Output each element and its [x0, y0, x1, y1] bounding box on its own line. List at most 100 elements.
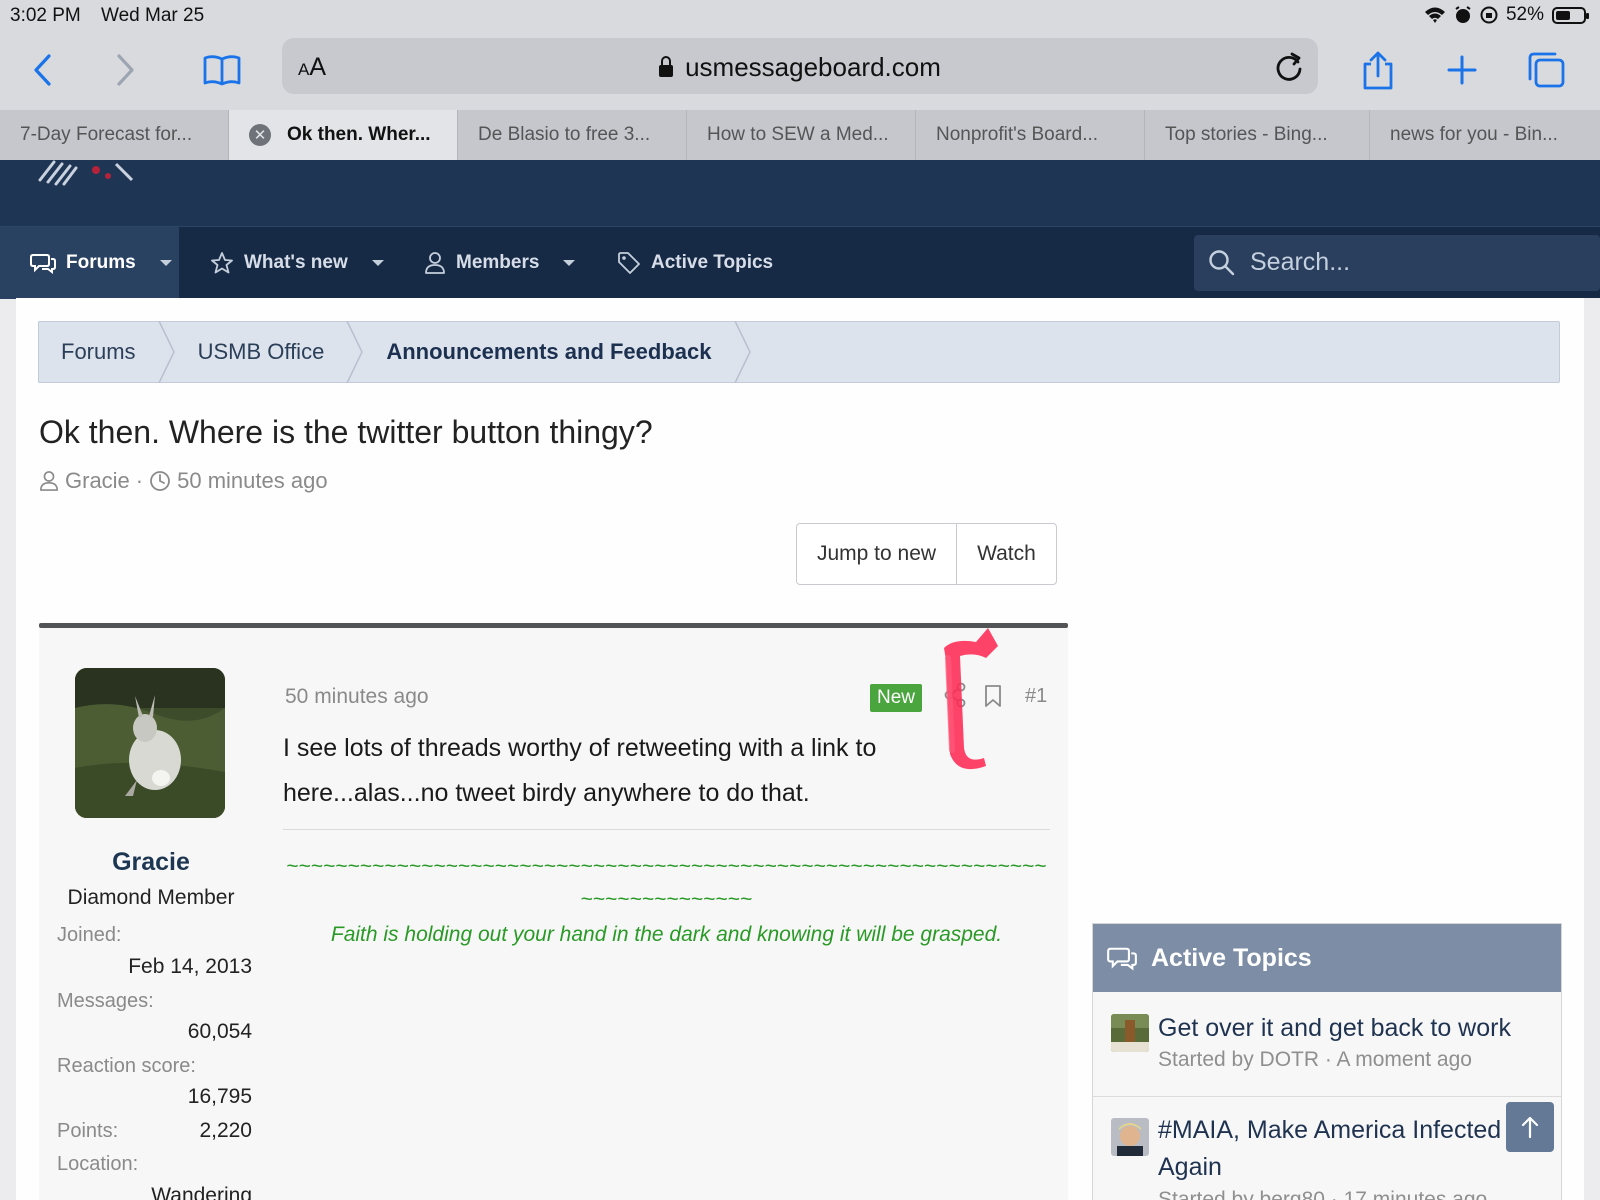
- page-title: Ok then. Where is the twitter button thi…: [39, 414, 653, 450]
- browser-tab[interactable]: Nonprofit's Board...: [916, 110, 1145, 160]
- thread-time[interactable]: 50 minutes ago: [177, 468, 327, 494]
- site-logo[interactable]: [36, 160, 146, 188]
- clock-icon: [150, 471, 171, 491]
- chevron-down-icon[interactable]: [159, 260, 172, 266]
- chevron-down-icon[interactable]: [563, 260, 576, 266]
- widget-title: Active Topics: [1151, 943, 1312, 972]
- nav-label: What's new: [244, 252, 348, 273]
- topic-title[interactable]: #MAIA, Make America Infected: [1158, 1112, 1501, 1149]
- nav-label: Active Topics: [651, 252, 774, 273]
- browser-tab[interactable]: Top stories - Bing...: [1145, 110, 1370, 160]
- tabs-icon: [1528, 52, 1565, 88]
- new-tab-icon: [1447, 55, 1477, 85]
- breadcrumb-usmb-office[interactable]: USMB Office: [176, 321, 347, 383]
- topic-item[interactable]: Get over it and get back to work Started…: [1111, 1010, 1545, 1090]
- meta-separator: ·: [135, 468, 144, 493]
- widget-header[interactable]: Active Topics: [1093, 924, 1561, 992]
- topic-title-continued[interactable]: Again: [1158, 1149, 1222, 1186]
- browser-toolbar: AA usmessageboard.com: [0, 34, 1600, 110]
- nav-whats-new[interactable]: What's new: [210, 227, 384, 299]
- browser-tab-active[interactable]: ✕ Ok then. Wher...: [229, 110, 458, 160]
- url-field[interactable]: usmessageboard.com: [282, 52, 1318, 83]
- topic-thumbnail: [1111, 1014, 1149, 1052]
- browser-tab[interactable]: news for you - Bin...: [1370, 110, 1600, 160]
- breadcrumb-separator: [157, 321, 176, 383]
- reaction-score-value: 16,795: [187, 1085, 252, 1108]
- search-icon: [1209, 250, 1235, 276]
- alarm-icon: [1455, 6, 1471, 23]
- messages-value[interactable]: 60,054: [188, 1020, 252, 1044]
- post: Gracie Diamond Member Joined: Feb 14, 20…: [39, 628, 1068, 1200]
- new-tab-button[interactable]: [1436, 44, 1488, 96]
- share-icon: [1363, 51, 1393, 90]
- post-number[interactable]: #1: [1025, 685, 1047, 708]
- active-topics-widget: Active Topics Get over it and get back t…: [1092, 923, 1562, 1200]
- topic-meta: Started by berg80 · 17 minutes ago: [1158, 1188, 1488, 1200]
- nav-label: Members: [456, 252, 540, 273]
- reload-icon[interactable]: [1274, 50, 1304, 82]
- breadcrumb-announcements[interactable]: Announcements and Feedback: [364, 321, 733, 383]
- tab-label: How to SEW a Med...: [707, 124, 889, 145]
- battery-percent: 52%: [1505, 4, 1544, 25]
- breadcrumb-forums[interactable]: Forums: [39, 321, 158, 383]
- topic-thumbnail: [1111, 1118, 1149, 1156]
- forward-button[interactable]: [100, 44, 152, 96]
- close-tab-icon[interactable]: ✕: [249, 124, 271, 146]
- share-button[interactable]: [1352, 44, 1404, 96]
- chevron-down-icon[interactable]: [371, 260, 384, 266]
- star-icon: [211, 252, 233, 274]
- tab-label: Ok then. Wher...: [287, 124, 431, 145]
- nav-forums[interactable]: Forums: [0, 227, 179, 299]
- topic-meta: Started by DOTR · A moment ago: [1158, 1048, 1472, 1071]
- nav-label: Forums: [66, 252, 136, 273]
- thread-meta: Gracie · 50 minutes ago: [39, 468, 328, 494]
- browser-tab[interactable]: 7-Day Forecast for...: [0, 110, 229, 160]
- tabs-overview-button[interactable]: [1520, 44, 1572, 96]
- tab-label: news for you - Bin...: [1390, 124, 1558, 145]
- post-timestamp[interactable]: 50 minutes ago: [285, 685, 429, 709]
- back-button[interactable]: [16, 44, 68, 96]
- nav-members[interactable]: Members: [424, 227, 576, 299]
- nav-active-topics[interactable]: Active Topics: [617, 227, 773, 299]
- arrow-up-icon: [1521, 1116, 1539, 1139]
- bookmark-icon[interactable]: [983, 684, 1003, 708]
- tag-icon: [618, 252, 640, 274]
- back-to-top-button[interactable]: [1506, 1102, 1554, 1152]
- points-value[interactable]: 2,220: [199, 1119, 252, 1143]
- tab-strip: 7-Day Forecast for... ✕ Ok then. Wher... …: [0, 110, 1600, 160]
- chat-bubbles-icon: [30, 254, 56, 274]
- joined-value: Feb 14, 2013: [128, 955, 252, 978]
- search-input[interactable]: Search...: [1194, 235, 1600, 291]
- breadcrumb-separator: [346, 321, 364, 383]
- lock-icon: [659, 56, 674, 77]
- joined-label: Joined:: [57, 924, 122, 946]
- bookmarks-button[interactable]: [196, 44, 248, 96]
- location-value[interactable]: Wandering: [151, 1184, 252, 1200]
- address-bar[interactable]: AA usmessageboard.com: [282, 38, 1318, 94]
- location-label: Location:: [57, 1153, 139, 1175]
- share-icon[interactable]: [943, 682, 967, 708]
- reaction-score-label: Reaction score:: [57, 1055, 196, 1077]
- post-username[interactable]: Gracie: [39, 848, 263, 877]
- points-label: Points:: [57, 1120, 119, 1142]
- battery-icon: [1552, 6, 1589, 24]
- signature-quote: Faith is holding out your hand in the da…: [330, 923, 1003, 946]
- thread-author[interactable]: Gracie: [65, 468, 130, 494]
- status-indicators: 52%: [1424, 4, 1589, 26]
- topic-item[interactable]: #MAIA, Make America Infected Again Start…: [1111, 1114, 1545, 1200]
- browser-tab[interactable]: De Blasio to free 3...: [458, 110, 687, 160]
- jump-to-new-button[interactable]: Jump to new: [797, 524, 956, 584]
- signature-tilde-line: ~~~~~~~~~~~~~~~~~~~~~~~~~~~~~~~~~~~~~~~~…: [286, 855, 1047, 911]
- messages-label: Messages:: [57, 990, 154, 1012]
- site-header: [0, 160, 1600, 226]
- search-placeholder: Search...: [1250, 248, 1351, 276]
- signature-divider: [283, 829, 1050, 830]
- breadcrumb: Forums USMB Office Announcements and Fee…: [38, 321, 1560, 383]
- watch-button[interactable]: Watch: [956, 524, 1056, 584]
- tab-label: De Blasio to free 3...: [478, 124, 651, 145]
- topic-title[interactable]: Get over it and get back to work: [1158, 1010, 1511, 1047]
- browser-tab[interactable]: How to SEW a Med...: [687, 110, 916, 160]
- new-badge: New: [870, 684, 923, 712]
- avatar[interactable]: [75, 668, 225, 818]
- page-content: Forums USMB Office Announcements and Fee…: [16, 298, 1584, 1200]
